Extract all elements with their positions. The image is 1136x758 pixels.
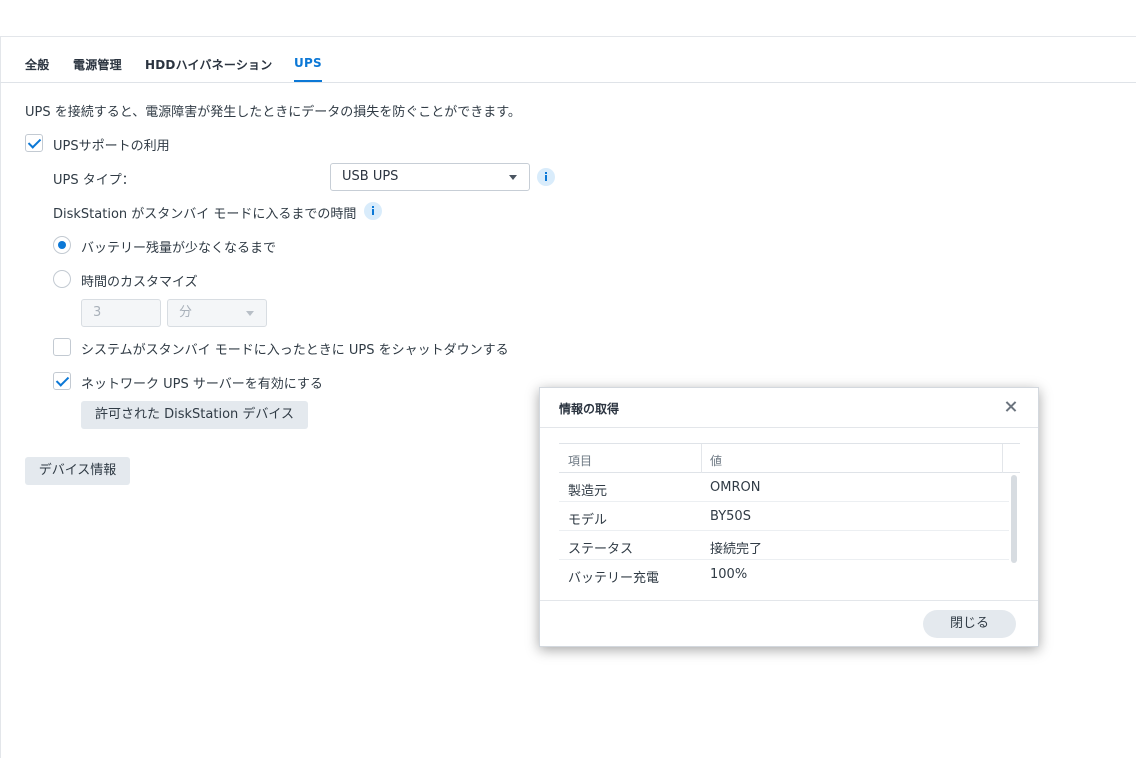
- dialog-close-button[interactable]: 閉じる: [923, 610, 1016, 638]
- row-item: モデル: [568, 513, 608, 528]
- table-row[interactable]: バッテリー充電 100%: [559, 560, 1009, 589]
- chevron-down-icon: [246, 311, 254, 316]
- close-icon[interactable]: [1002, 398, 1020, 416]
- column-header-item[interactable]: 項目: [568, 452, 592, 469]
- radio-custom-time[interactable]: [53, 270, 71, 288]
- time-unit-select[interactable]: 分: [167, 299, 267, 327]
- tab-power-management[interactable]: 電源管理: [73, 56, 122, 73]
- column-divider: [1002, 444, 1003, 473]
- panel-left-border: [0, 37, 1, 758]
- info-icon[interactable]: [364, 202, 382, 220]
- info-grid: 項目 値 製造元 OMRON モデル BY50S ステータス 接続完了 バッテリ…: [559, 443, 1020, 590]
- radio-until-low-battery-label: バッテリー残量が少なくなるまで: [81, 241, 277, 256]
- column-header-value[interactable]: 値: [710, 452, 722, 469]
- ups-type-select[interactable]: USB UPS: [330, 163, 530, 191]
- row-item: バッテリー充電: [568, 571, 660, 586]
- ups-description: UPS を接続すると、電源障害が発生したときにデータの損失を防ぐことができます。: [25, 105, 521, 120]
- table-row[interactable]: 製造元 OMRON: [559, 473, 1009, 502]
- shutdown-ups-checkbox[interactable]: [53, 338, 71, 356]
- custom-time-input[interactable]: 3: [81, 299, 161, 327]
- row-value: 接続完了: [710, 542, 763, 557]
- row-item: 製造元: [568, 484, 608, 499]
- row-value: BY50S: [710, 509, 751, 524]
- tab-hdd-hibernation[interactable]: HDDハイバネーション: [145, 56, 272, 73]
- ups-support-checkbox[interactable]: [25, 134, 43, 152]
- network-ups-label: ネットワーク UPS サーバーを有効にする: [81, 377, 323, 392]
- window-top-bar: [0, 0, 1136, 37]
- shutdown-ups-label: システムがスタンバイ モードに入ったときに UPS をシャットダウンする: [81, 343, 509, 358]
- allowed-devices-button[interactable]: 許可された DiskStation デバイス: [81, 401, 308, 429]
- chevron-down-icon: [509, 175, 517, 180]
- standby-time-label: DiskStation がスタンバイ モードに入るまでの時間: [53, 207, 357, 222]
- ups-type-value: USB UPS: [342, 169, 399, 184]
- row-value: OMRON: [710, 480, 761, 495]
- column-divider: [701, 444, 702, 473]
- time-unit-value: 分: [179, 305, 193, 320]
- dialog-footer-divider: [540, 600, 1038, 601]
- row-value: 100%: [710, 567, 748, 582]
- grid-header: 項目 値: [559, 443, 1020, 473]
- info-icon[interactable]: [537, 168, 555, 186]
- device-info-button[interactable]: デバイス情報: [25, 457, 130, 485]
- row-item: ステータス: [568, 542, 634, 557]
- tab-general[interactable]: 全般: [25, 56, 49, 73]
- radio-custom-time-label: 時間のカスタマイズ: [81, 275, 198, 290]
- dialog-title: 情報の取得: [559, 402, 620, 416]
- tab-ups[interactable]: UPS: [294, 56, 322, 82]
- network-ups-checkbox[interactable]: [53, 372, 71, 390]
- dialog-header: 情報の取得: [540, 388, 1038, 428]
- radio-until-low-battery[interactable]: [53, 236, 71, 254]
- ups-type-label: UPS タイプ：: [53, 173, 135, 188]
- device-info-dialog: 情報の取得 項目 値 製造元 OMRON モデル BY50S ステータス 接続完…: [539, 387, 1039, 647]
- tab-bar: 全般 電源管理 HDDハイバネーション UPS: [0, 37, 1136, 83]
- table-row[interactable]: ステータス 接続完了: [559, 531, 1009, 560]
- table-row[interactable]: モデル BY50S: [559, 502, 1009, 531]
- ups-support-label: UPSサポートの利用: [53, 139, 170, 154]
- grid-scrollbar[interactable]: [1011, 475, 1017, 563]
